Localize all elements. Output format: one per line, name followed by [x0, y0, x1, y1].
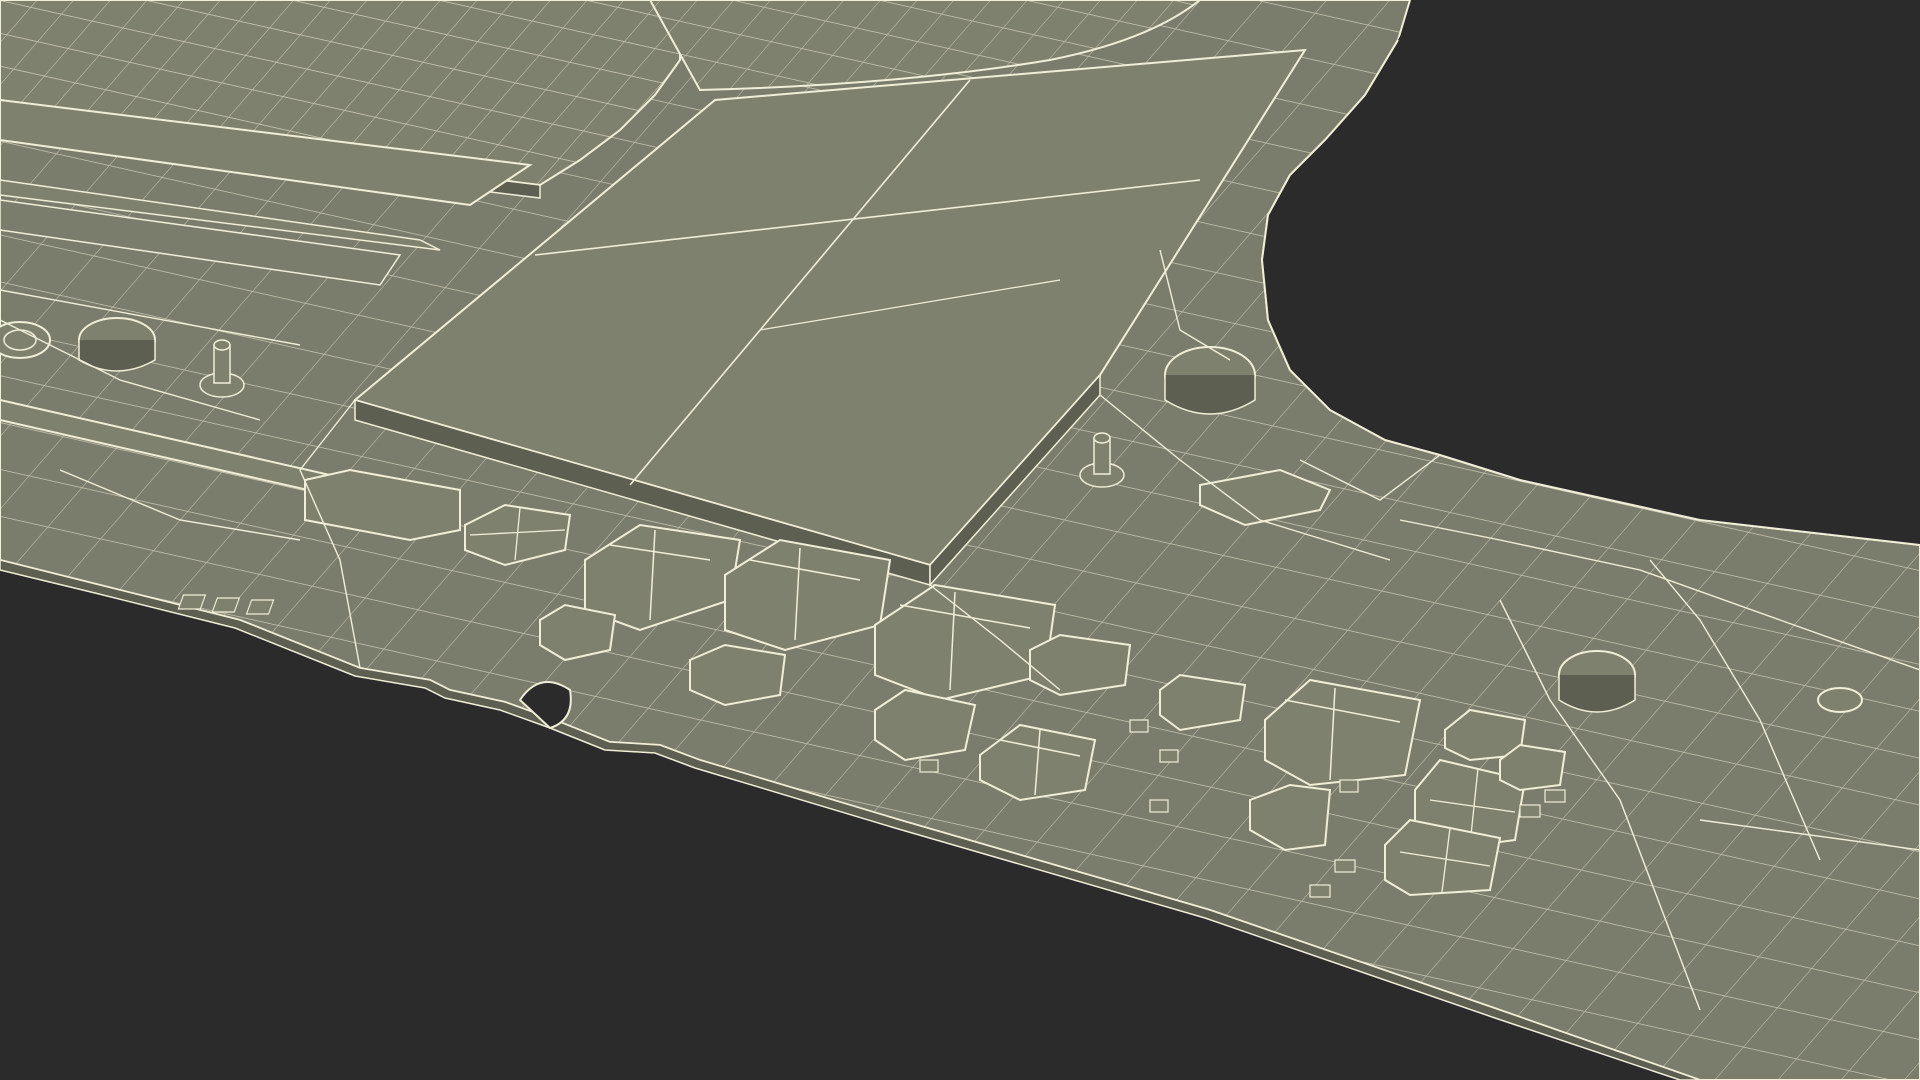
component-block-16: [1499, 743, 1567, 792]
standoff-2: [1164, 346, 1256, 415]
component-block-11: [689, 643, 787, 707]
standoff-5: [0, 321, 51, 359]
component-block-13: [1029, 633, 1132, 697]
component-block-14: [1159, 673, 1247, 732]
standoff-3: [1558, 650, 1636, 713]
standoff-1: [78, 317, 156, 372]
component-block-10: [539, 603, 617, 662]
wireframe-render-canvas: [0, 0, 1920, 1080]
standoff-4: [1817, 687, 1863, 713]
